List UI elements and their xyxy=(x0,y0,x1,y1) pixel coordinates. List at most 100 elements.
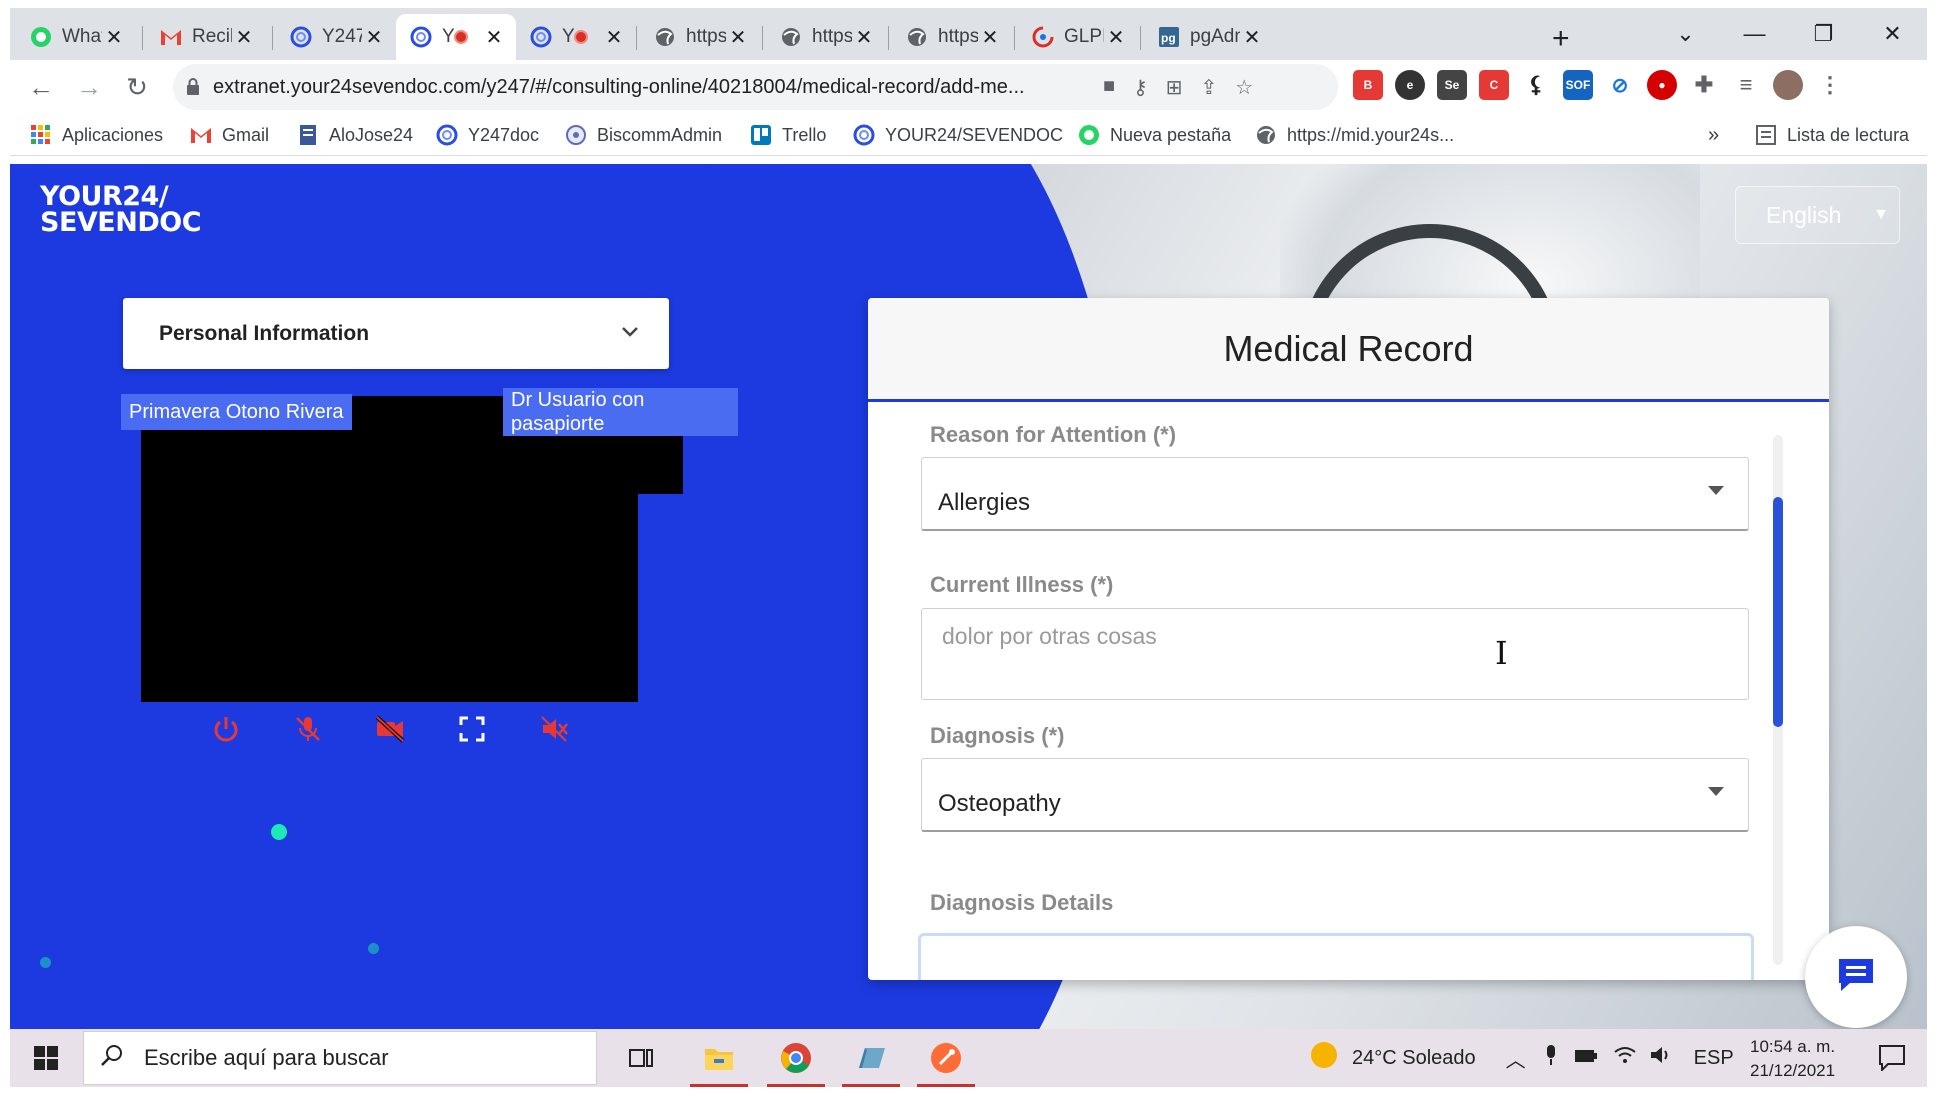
browser-tab[interactable]: Y247doc ✕ xyxy=(276,14,396,60)
close-tab-icon[interactable]: ✕ xyxy=(852,25,876,50)
extension-icon[interactable]: C xyxy=(1479,70,1509,100)
weather-text[interactable]: 24°C Soleado xyxy=(1352,1047,1476,1070)
windows-logo-icon xyxy=(34,1046,58,1070)
close-tab-icon[interactable]: ✕ xyxy=(482,25,506,50)
browser-tab[interactable]: https:// ✕ xyxy=(766,14,886,60)
current-illness-label: Current Illness (*) xyxy=(930,572,1114,597)
close-tab-icon[interactable]: ✕ xyxy=(726,25,750,50)
y247-icon xyxy=(290,26,312,48)
postman-icon[interactable] xyxy=(915,1029,977,1087)
current-illness-textarea[interactable]: dolor por otras cosas xyxy=(921,608,1749,700)
bookmark-mid-your24s[interactable]: https://mid.your24s... xyxy=(1255,124,1454,146)
app-icon[interactable] xyxy=(840,1029,902,1087)
key-icon[interactable]: ⚷ xyxy=(1133,75,1148,100)
bookmark-star-icon[interactable]: ☆ xyxy=(1235,75,1253,100)
browser-tab[interactable]: pg pgAdmin ✕ xyxy=(1144,14,1274,60)
bookmark-alojose24[interactable]: AloJose24 xyxy=(297,124,413,146)
video-controls xyxy=(141,704,638,754)
extension-icon[interactable]: ⊘ xyxy=(1605,70,1635,100)
wifi-icon[interactable] xyxy=(1614,1046,1636,1070)
camera-off-icon[interactable] xyxy=(372,711,408,747)
close-tab-icon[interactable]: ✕ xyxy=(602,25,626,50)
browser-tab[interactable]: GLPI - ✕ xyxy=(1018,14,1138,60)
diagnosis-details-input[interactable] xyxy=(918,933,1754,980)
puzzle-icon[interactable]: ✚ xyxy=(1689,70,1719,100)
bookmark-trello[interactable]: Trello xyxy=(750,124,826,146)
translate-icon[interactable]: ⊞ xyxy=(1166,75,1183,100)
mic-off-icon[interactable] xyxy=(290,711,326,747)
file-explorer-icon[interactable] xyxy=(688,1029,750,1087)
browser-tab-active[interactable]: Y247doc ✕ xyxy=(396,14,516,60)
form-scrollbar-thumb[interactable] xyxy=(1773,497,1783,727)
close-tab-icon[interactable]: ✕ xyxy=(102,25,126,50)
reading-list-icon xyxy=(1755,124,1777,146)
notifications-icon[interactable] xyxy=(1878,1043,1906,1076)
tab-search-icon[interactable]: ⌄ xyxy=(1651,8,1720,60)
browser-toolbar: ← → ↻ extranet.your24sevendoc.com/y247/#… xyxy=(10,60,1927,114)
lock-icon[interactable] xyxy=(173,78,213,96)
reason-select[interactable]: Allergies xyxy=(921,457,1749,531)
browser-tab[interactable]: https:// ✕ xyxy=(640,14,760,60)
web-page: YOUR24/ SEVENDOC English ▼ Personal Info… xyxy=(10,164,1927,1029)
back-button[interactable]: ← xyxy=(22,68,60,106)
speaker-off-icon[interactable] xyxy=(536,711,572,747)
share-icon[interactable]: ⇪ xyxy=(1201,75,1218,100)
close-tab-icon[interactable]: ✕ xyxy=(362,25,386,50)
close-tab-icon[interactable]: ✕ xyxy=(232,25,256,50)
chevron-up-icon[interactable]: ︿ xyxy=(1506,1044,1526,1073)
battery-icon[interactable] xyxy=(1574,1047,1598,1070)
bookmark-nueva-pestana[interactable]: Nueva pestaña xyxy=(1078,124,1231,146)
clock[interactable]: 10:54 a. m. 21/12/2021 xyxy=(1750,1035,1835,1083)
input-language[interactable]: ESP xyxy=(1694,1047,1734,1070)
camera-icon[interactable]: ■ xyxy=(1103,75,1115,100)
fullscreen-icon[interactable] xyxy=(454,711,490,747)
extension-icon[interactable]: ● xyxy=(1647,70,1677,100)
browser-tab[interactable]: https:// ✕ xyxy=(892,14,1012,60)
biscomm-icon xyxy=(565,124,587,146)
volume-icon[interactable] xyxy=(1650,1045,1672,1071)
restore-button[interactable]: ❐ xyxy=(1789,8,1858,60)
minimize-button[interactable]: — xyxy=(1720,8,1789,60)
app-logo[interactable]: YOUR24/ SEVENDOC xyxy=(40,183,202,236)
extension-icon[interactable]: e xyxy=(1395,70,1425,100)
browser-tab[interactable]: WhatsApp ✕ xyxy=(16,14,136,60)
extension-icon[interactable]: B xyxy=(1353,70,1383,100)
chrome-icon[interactable] xyxy=(765,1029,827,1087)
address-bar[interactable]: extranet.your24sevendoc.com/y247/#/consu… xyxy=(173,64,1338,110)
text-cursor-icon: I xyxy=(1495,634,1508,672)
close-tab-icon[interactable]: ✕ xyxy=(978,25,1002,50)
avatar[interactable] xyxy=(1773,70,1803,100)
reading-list-button[interactable]: Lista de lectura xyxy=(1755,124,1909,146)
reload-button[interactable]: ↻ xyxy=(118,68,156,106)
decor-dot xyxy=(40,957,51,968)
bookmark-y247doc[interactable]: Y247doc xyxy=(436,124,539,146)
browser-tab[interactable]: Recibidos ✕ xyxy=(146,14,266,60)
globe-icon xyxy=(780,26,802,48)
bookmark-aplicaciones[interactable]: Aplicaciones xyxy=(30,124,163,146)
weather-sun-icon[interactable] xyxy=(1310,1041,1338,1075)
menu-kebab-icon[interactable]: ⋮ xyxy=(1815,70,1845,100)
extension-icon[interactable]: Se xyxy=(1437,70,1467,100)
language-select[interactable]: English ▼ xyxy=(1735,186,1900,244)
start-button[interactable] xyxy=(10,1029,82,1087)
browser-tab[interactable]: Y247doc ✕ xyxy=(516,14,636,60)
more-bookmarks-chevron-icon[interactable]: » xyxy=(1708,124,1719,147)
media-icon[interactable]: ≡ xyxy=(1731,70,1761,100)
taskbar-search-input[interactable]: Escribe aquí para buscar xyxy=(83,1031,597,1085)
microphone-icon[interactable] xyxy=(1544,1044,1558,1072)
personal-information-accordion[interactable]: Personal Information xyxy=(123,298,669,369)
forward-button[interactable]: → xyxy=(70,68,108,106)
power-icon[interactable] xyxy=(208,711,244,747)
bookmark-biscommadmin[interactable]: BiscommAdmin xyxy=(565,124,722,146)
bookmark-gmail[interactable]: Gmail xyxy=(190,124,269,146)
chat-button[interactable] xyxy=(1805,926,1907,1028)
task-view-icon[interactable] xyxy=(610,1029,672,1087)
bookmark-your24sevendoc[interactable]: YOUR24/SEVENDOC xyxy=(853,124,1063,146)
extension-icon[interactable]: ⚸ xyxy=(1521,70,1551,100)
close-tab-icon[interactable]: ✕ xyxy=(1240,25,1264,50)
extension-icon[interactable]: SOF xyxy=(1563,70,1593,100)
new-tab-button[interactable]: + xyxy=(1552,22,1570,56)
diagnosis-select[interactable]: Osteopathy xyxy=(921,758,1749,832)
close-window-button[interactable]: ✕ xyxy=(1858,8,1927,60)
close-tab-icon[interactable]: ✕ xyxy=(1104,25,1128,50)
